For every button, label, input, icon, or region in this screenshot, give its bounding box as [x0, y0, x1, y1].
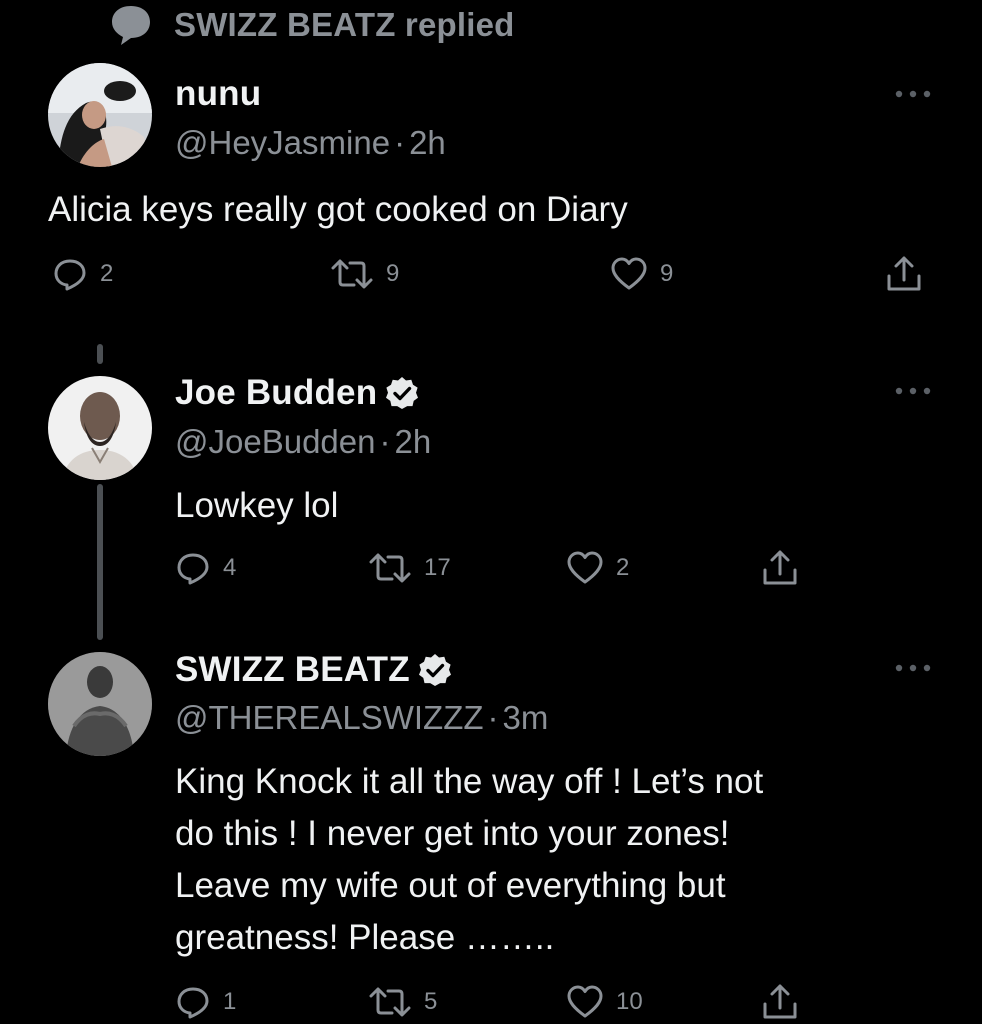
author-name[interactable]: nunu [175, 74, 261, 114]
author-handle[interactable]: @HeyJasmine · 2h [175, 124, 446, 162]
reply-button[interactable]: 2 [52, 256, 113, 292]
heart-icon [567, 551, 603, 584]
avatar[interactable] [48, 652, 152, 756]
tweet-author[interactable]: Joe Budden [175, 370, 419, 416]
retweet-icon [331, 259, 373, 289]
share-icon [887, 256, 921, 291]
timestamp[interactable]: 2h [409, 124, 446, 161]
verified-badge-icon [418, 654, 451, 686]
avatar[interactable] [48, 376, 152, 480]
share-button[interactable] [760, 982, 800, 1022]
reply-count: 1 [223, 988, 237, 1015]
timestamp[interactable]: 3m [503, 699, 549, 736]
reply-icon [177, 553, 209, 585]
speech-bubble-icon [112, 6, 150, 45]
retweet-icon [369, 553, 411, 583]
more-icon[interactable] [893, 88, 933, 100]
like-button[interactable]: 9 [610, 256, 673, 292]
verified-badge-icon [386, 377, 419, 409]
like-count: 2 [616, 554, 630, 581]
reply-icon [177, 987, 209, 1019]
handle-text: @THEREALSWIZZZ [175, 699, 484, 736]
share-icon [763, 984, 797, 1019]
retweet-icon [369, 987, 411, 1017]
thread-line [97, 344, 103, 364]
reply-count: 4 [223, 554, 237, 581]
author-handle[interactable]: @THEREALSWIZZZ · 3m [175, 699, 548, 737]
tweet-author[interactable]: nunu [175, 72, 261, 116]
tweet-text: King Knock it all the way off ! Let’s no… [175, 762, 764, 957]
author-handle[interactable]: @JoeBudden · 2h [175, 423, 431, 461]
reply-icon [54, 259, 86, 291]
separator-dot: · [379, 423, 391, 460]
separator-dot: · [394, 124, 406, 161]
share-icon [763, 550, 797, 585]
heart-icon [611, 257, 647, 290]
more-icon[interactable] [893, 662, 933, 674]
share-button[interactable] [884, 254, 924, 294]
thread-line [97, 484, 103, 640]
retweet-count: 9 [386, 260, 400, 287]
separator-dot: · [487, 699, 499, 736]
tweet-text: Alicia keys really got cooked on Diary [48, 190, 628, 229]
author-name[interactable]: SWIZZ BEATZ [175, 650, 410, 690]
like-count: 10 [616, 988, 643, 1015]
handle-text: @HeyJasmine [175, 124, 391, 161]
retweet-count: 5 [424, 988, 438, 1015]
replied-label: SWIZZ BEATZ replied [174, 6, 515, 43]
tweet-author[interactable]: SWIZZ BEATZ [175, 647, 452, 693]
more-icon[interactable] [893, 385, 933, 397]
retweet-button[interactable]: 9 [330, 256, 399, 292]
like-count: 9 [660, 260, 674, 287]
reply-button[interactable]: 4 [175, 550, 236, 586]
avatar[interactable] [48, 63, 152, 167]
retweet-button[interactable]: 5 [368, 984, 437, 1020]
reply-button[interactable]: 1 [175, 984, 236, 1020]
like-button[interactable]: 10 [566, 984, 643, 1020]
tweet-text: Lowkey lol [175, 486, 339, 525]
author-name[interactable]: Joe Budden [175, 373, 377, 413]
timestamp[interactable]: 2h [394, 423, 431, 460]
share-button[interactable] [760, 548, 800, 588]
handle-text: @JoeBudden [175, 423, 376, 460]
retweet-button[interactable]: 17 [368, 550, 451, 586]
heart-icon [567, 985, 603, 1018]
replied-header: SWIZZ BEATZ replied [108, 0, 515, 50]
reply-count: 2 [100, 260, 114, 287]
retweet-count: 17 [424, 554, 451, 581]
like-button[interactable]: 2 [566, 550, 629, 586]
